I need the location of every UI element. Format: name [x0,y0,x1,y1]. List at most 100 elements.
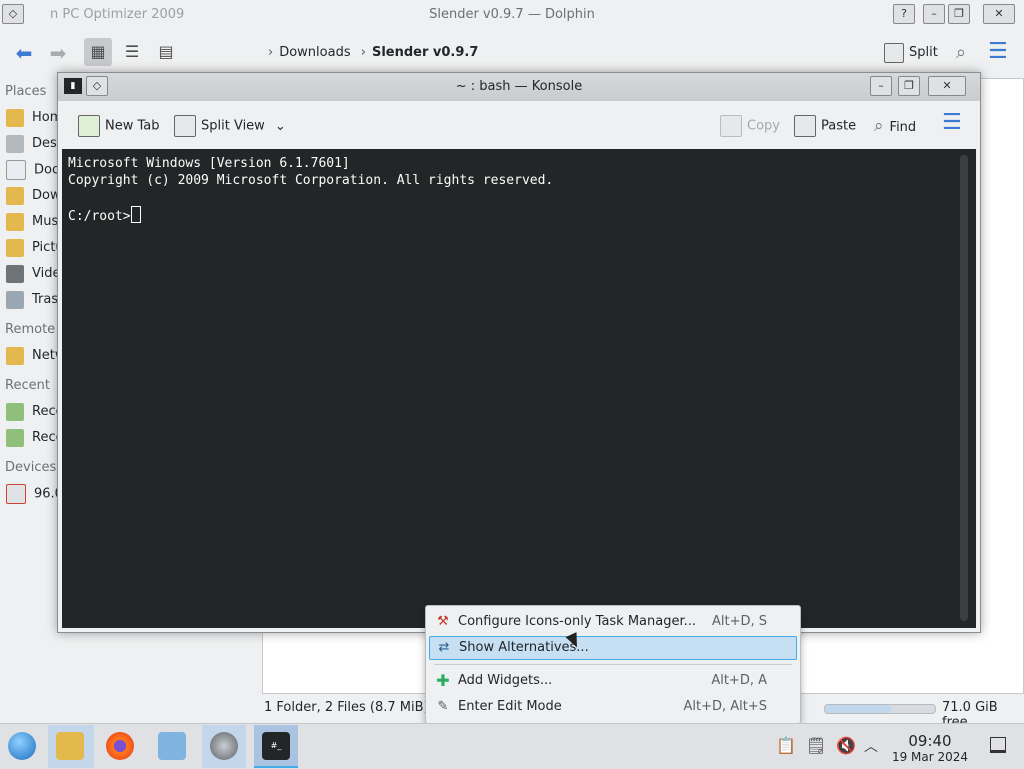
split-button[interactable]: Split [884,41,938,65]
text-cursor [130,206,141,223]
menu-item-show-alternatives[interactable]: ⇄ Show Alternatives... [429,636,797,660]
clipboard-icon[interactable]: 📋 [776,736,796,755]
icons-view-button[interactable]: ▦ [84,38,112,66]
terminal-line: Copyright (c) 2009 Microsoft Corporation… [68,173,554,188]
chevron-down-icon: ⌄ [274,118,286,134]
recent-files-icon [6,402,24,421]
home-folder-icon [6,108,24,127]
configure-icon: ⚒ [437,614,449,629]
clock-date[interactable]: 19 Mar 2024 [890,750,970,764]
free-space-fill [825,705,891,713]
places-heading: Places [5,84,47,99]
terminal-line: Microsoft Windows [Version 6.1.7601] [68,156,350,171]
volume-muted-icon[interactable]: 🔇 [836,736,856,755]
terminal-prompt-line: C:/root> [68,206,553,225]
terminal-prompt: C:/root> [68,209,131,224]
show-desktop-icon[interactable] [990,737,1006,753]
copy-button[interactable]: Copy [720,115,780,137]
devices-heading: Devices [5,460,57,475]
clock-time[interactable]: 09:40 [900,732,960,750]
start-menu-button[interactable] [0,725,44,768]
copy-icon [720,115,742,137]
chevron-up-icon[interactable]: ︿ [864,736,878,756]
maximize-button[interactable]: ❐ [948,4,970,24]
split-view-icon [174,115,196,137]
terminal-scrollbar[interactable] [960,155,968,621]
context-menu: ⚒ Configure Icons-only Task Manager... A… [425,605,801,724]
terminal-output: Microsoft Windows [Version 6.1.7601] Copy… [68,155,553,225]
back-arrow-icon[interactable]: ⬅ [10,42,38,64]
hamburger-menu-icon[interactable]: ☰ [988,41,1008,63]
start-orb-icon [8,732,36,760]
music-folder-icon [6,212,24,231]
firefox-icon [106,732,134,760]
recent-heading: Recent [5,378,50,393]
desktop-icon [6,134,24,153]
menu-item-configure-task-manager[interactable]: ⚒ Configure Icons-only Task Manager... A… [429,610,795,634]
task-system-settings[interactable] [150,725,194,768]
terminal-area[interactable]: Microsoft Windows [Version 6.1.7601] Copy… [62,149,976,628]
task-firefox[interactable] [98,725,142,768]
task-dolphin[interactable] [48,725,94,768]
compact-view-button[interactable]: ☰ [118,38,146,66]
paste-button[interactable]: Paste [794,115,856,137]
konsole-titlebar[interactable]: ▮ ◇ ~ : bash — Konsole – ❐ ✕ [58,73,980,101]
minimize-button[interactable]: – [870,76,892,96]
add-icon: ✚ [436,671,450,690]
terminal-icon: #_ [262,732,290,760]
documents-icon [6,160,26,180]
folder-icon [56,732,84,760]
pictures-folder-icon [6,238,24,257]
details-view-button[interactable]: ▤ [152,38,180,66]
alternatives-icon: ⇄ [438,640,450,655]
status-text: 1 Folder, 2 Files (8.7 MiB) [264,700,429,715]
chevron-right-icon: › [360,45,366,60]
task-konsole[interactable]: #_ [254,725,298,768]
find-button[interactable]: ⌕ Find [874,115,916,137]
chevron-right-icon: › [268,45,274,60]
hamburger-menu-icon[interactable]: ☰ [942,112,962,134]
places-panel: Places Home Desktop Documents Downloads … [0,80,164,710]
search-icon: ⌕ [874,116,884,136]
task-browser[interactable] [202,725,246,768]
dolphin-titlebar[interactable]: ◇ n PC Optimizer 2009 Slender v0.9.7 — D… [0,0,1024,30]
dolphin-toolbar: ⬅ ➡ ▦ ☰ ▤ › Downloads › Slender v0.9.7 Spl… [0,30,1024,78]
forward-arrow-icon[interactable]: ➡ [44,42,72,64]
new-tab-button[interactable]: New Tab [78,115,160,137]
split-label: Split [909,45,938,60]
konsole-window: ▮ ◇ ~ : bash — Konsole – ❐ ✕ New Tab Spl… [57,72,981,633]
breadcrumb-current[interactable]: Slender v0.9.7 [372,45,478,60]
new-tab-icon [78,115,100,137]
remote-heading: Remote [5,322,56,337]
breadcrumb-downloads[interactable]: Downloads [279,45,350,60]
hard-drive-icon [6,484,26,504]
free-space-bar [824,704,936,714]
network-folder-icon [6,346,24,365]
menu-item-enter-edit-mode[interactable]: ✎ Enter Edit Mode Alt+D, Alt+S [429,695,795,719]
maximize-button[interactable]: ❐ [898,76,920,96]
videos-folder-icon [6,264,24,283]
recent-locations-icon [6,428,24,447]
paste-icon [794,115,816,137]
minimize-button[interactable]: – [923,4,945,24]
dolphin-window-title: Slender v0.9.7 — Dolphin [429,7,595,22]
compass-icon [210,732,238,760]
edit-icon: ✎ [437,699,449,714]
close-button[interactable]: ✕ [928,76,966,96]
search-icon[interactable]: ⌕ [956,42,966,63]
trash-icon [6,290,24,309]
breadcrumb: › Downloads › Slender v0.9.7 [262,42,478,64]
split-icon [884,42,904,63]
notes-icon[interactable]: 🗒 [806,736,826,755]
taskbar: #_ 📋 🗒 🔇 ︿ 09:40 19 Mar 2024 [0,723,1024,769]
settings-monitor-icon [158,732,186,760]
menu-separator [434,664,792,665]
menu-item-add-widgets[interactable]: ✚ Add Widgets... Alt+D, A [429,669,795,693]
downloads-folder-icon [6,186,24,205]
split-view-button[interactable]: Split View ⌄ [174,115,286,137]
konsole-toolbar: New Tab Split View ⌄ Copy Paste ⌕ Find ☰ [58,101,980,149]
konsole-window-title: ~ : bash — Konsole [455,79,583,94]
close-button[interactable]: ✕ [983,4,1015,24]
help-button[interactable]: ? [893,4,915,24]
